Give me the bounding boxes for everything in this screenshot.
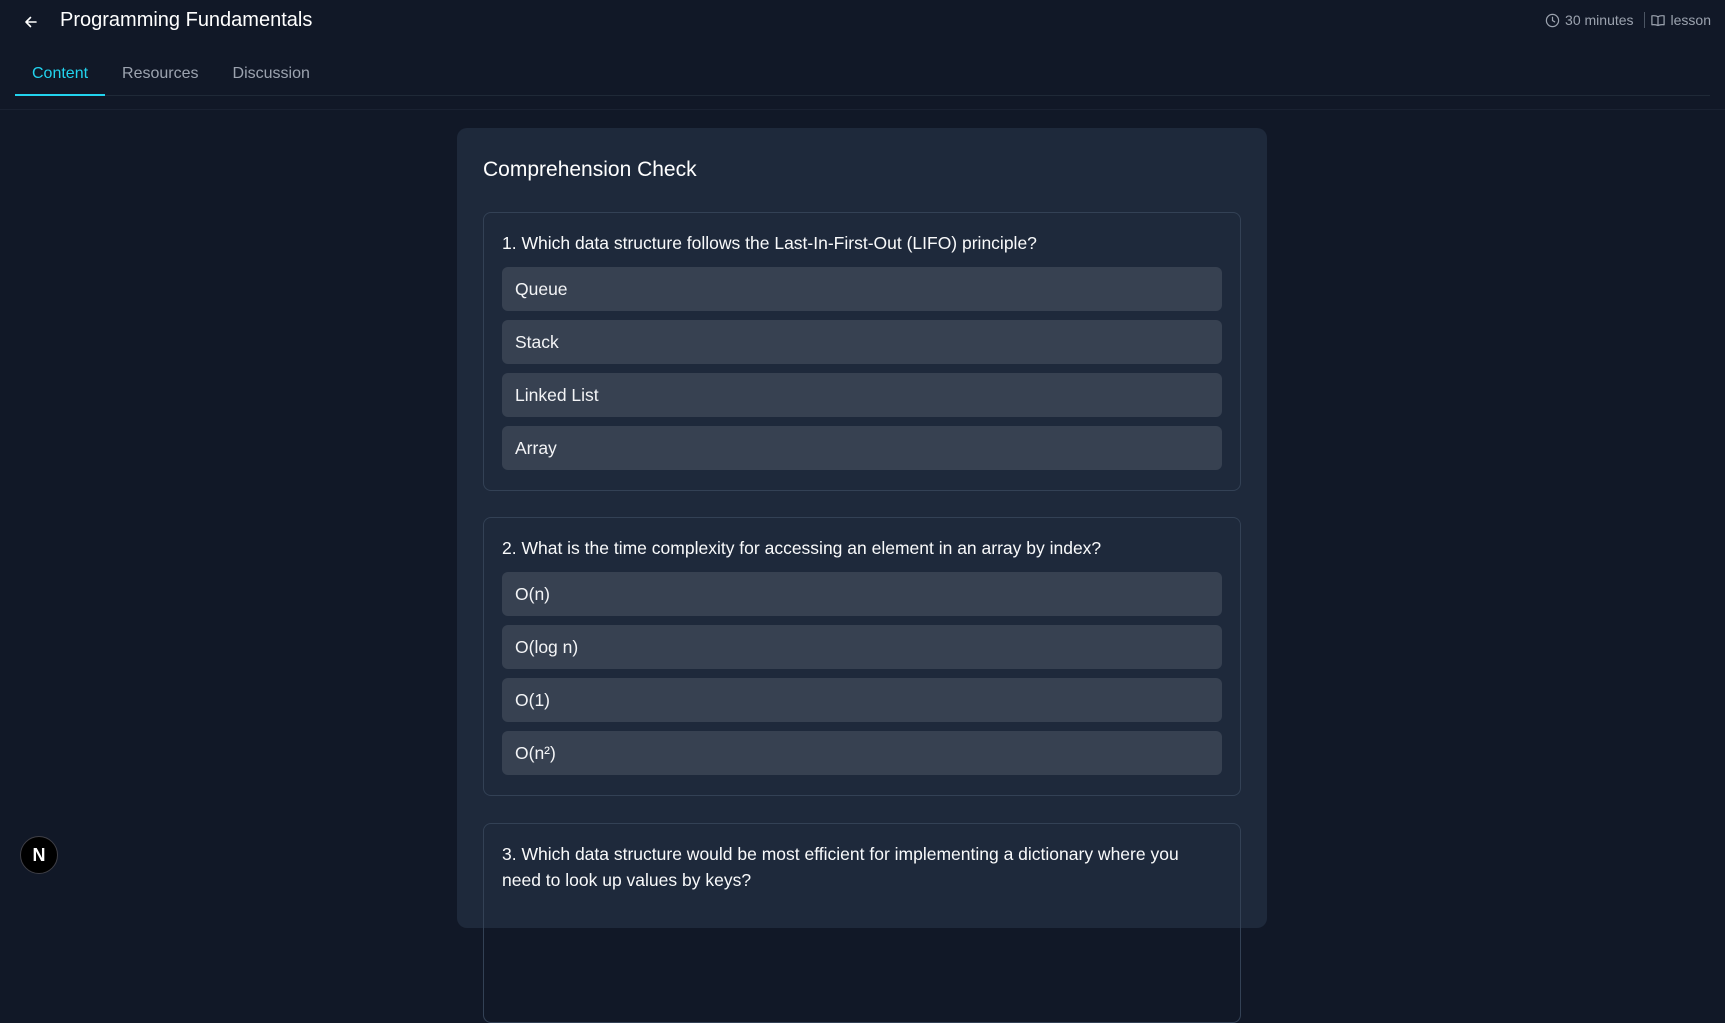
question-text: 1. Which data structure follows the Last… bbox=[502, 233, 1037, 253]
question-text: 2. What is the time complexity for acces… bbox=[502, 538, 1102, 558]
meta-divider bbox=[1643, 12, 1645, 28]
option-array[interactable]: Array bbox=[502, 426, 1222, 470]
tab-discussion[interactable]: Discussion bbox=[216, 56, 327, 96]
lesson-type-label: lesson bbox=[1670, 12, 1711, 28]
header-divider bbox=[0, 109, 1725, 110]
lesson-header: Programming Fundamentals 30 minutes less… bbox=[0, 0, 1725, 44]
question-2: 2. What is the time complexity for acces… bbox=[483, 517, 1241, 796]
clock-icon bbox=[1545, 13, 1560, 27]
question-1: 1. Which data structure follows the Last… bbox=[483, 212, 1241, 491]
back-button[interactable] bbox=[18, 10, 44, 34]
duration-info: 30 minutes bbox=[1545, 12, 1634, 28]
question-3: 3. Which data structure would be most ef… bbox=[483, 823, 1241, 1023]
page-title: Programming Fundamentals bbox=[60, 9, 313, 31]
arrow-left-icon bbox=[25, 16, 37, 28]
tab-content[interactable]: Content bbox=[15, 56, 106, 96]
lesson-meta: 30 minutes lesson bbox=[1545, 12, 1711, 28]
tab-bar: Content Resources Discussion bbox=[15, 56, 1710, 96]
comprehension-check-card: Comprehension Check 1. Which data struct… bbox=[457, 128, 1267, 1023]
option-o-n[interactable]: O(n) bbox=[502, 572, 1222, 616]
lesson-type-info: lesson bbox=[1650, 12, 1711, 28]
question-text: 3. Which data structure would be most ef… bbox=[502, 844, 1179, 890]
option-linked-list[interactable]: Linked List bbox=[502, 373, 1222, 417]
option-o-log-n[interactable]: O(log n) bbox=[502, 625, 1222, 669]
option-o-n-squared[interactable]: O(n²) bbox=[502, 731, 1222, 775]
book-open-icon bbox=[1650, 14, 1665, 26]
card-title: Comprehension Check bbox=[483, 158, 697, 181]
duration-label: 30 minutes bbox=[1565, 12, 1634, 28]
option-stack[interactable]: Stack bbox=[502, 320, 1222, 364]
option-queue[interactable]: Queue bbox=[502, 267, 1222, 311]
option-o-1[interactable]: O(1) bbox=[502, 678, 1222, 722]
nextjs-dev-badge[interactable]: N bbox=[20, 836, 58, 874]
tab-resources[interactable]: Resources bbox=[105, 56, 215, 96]
